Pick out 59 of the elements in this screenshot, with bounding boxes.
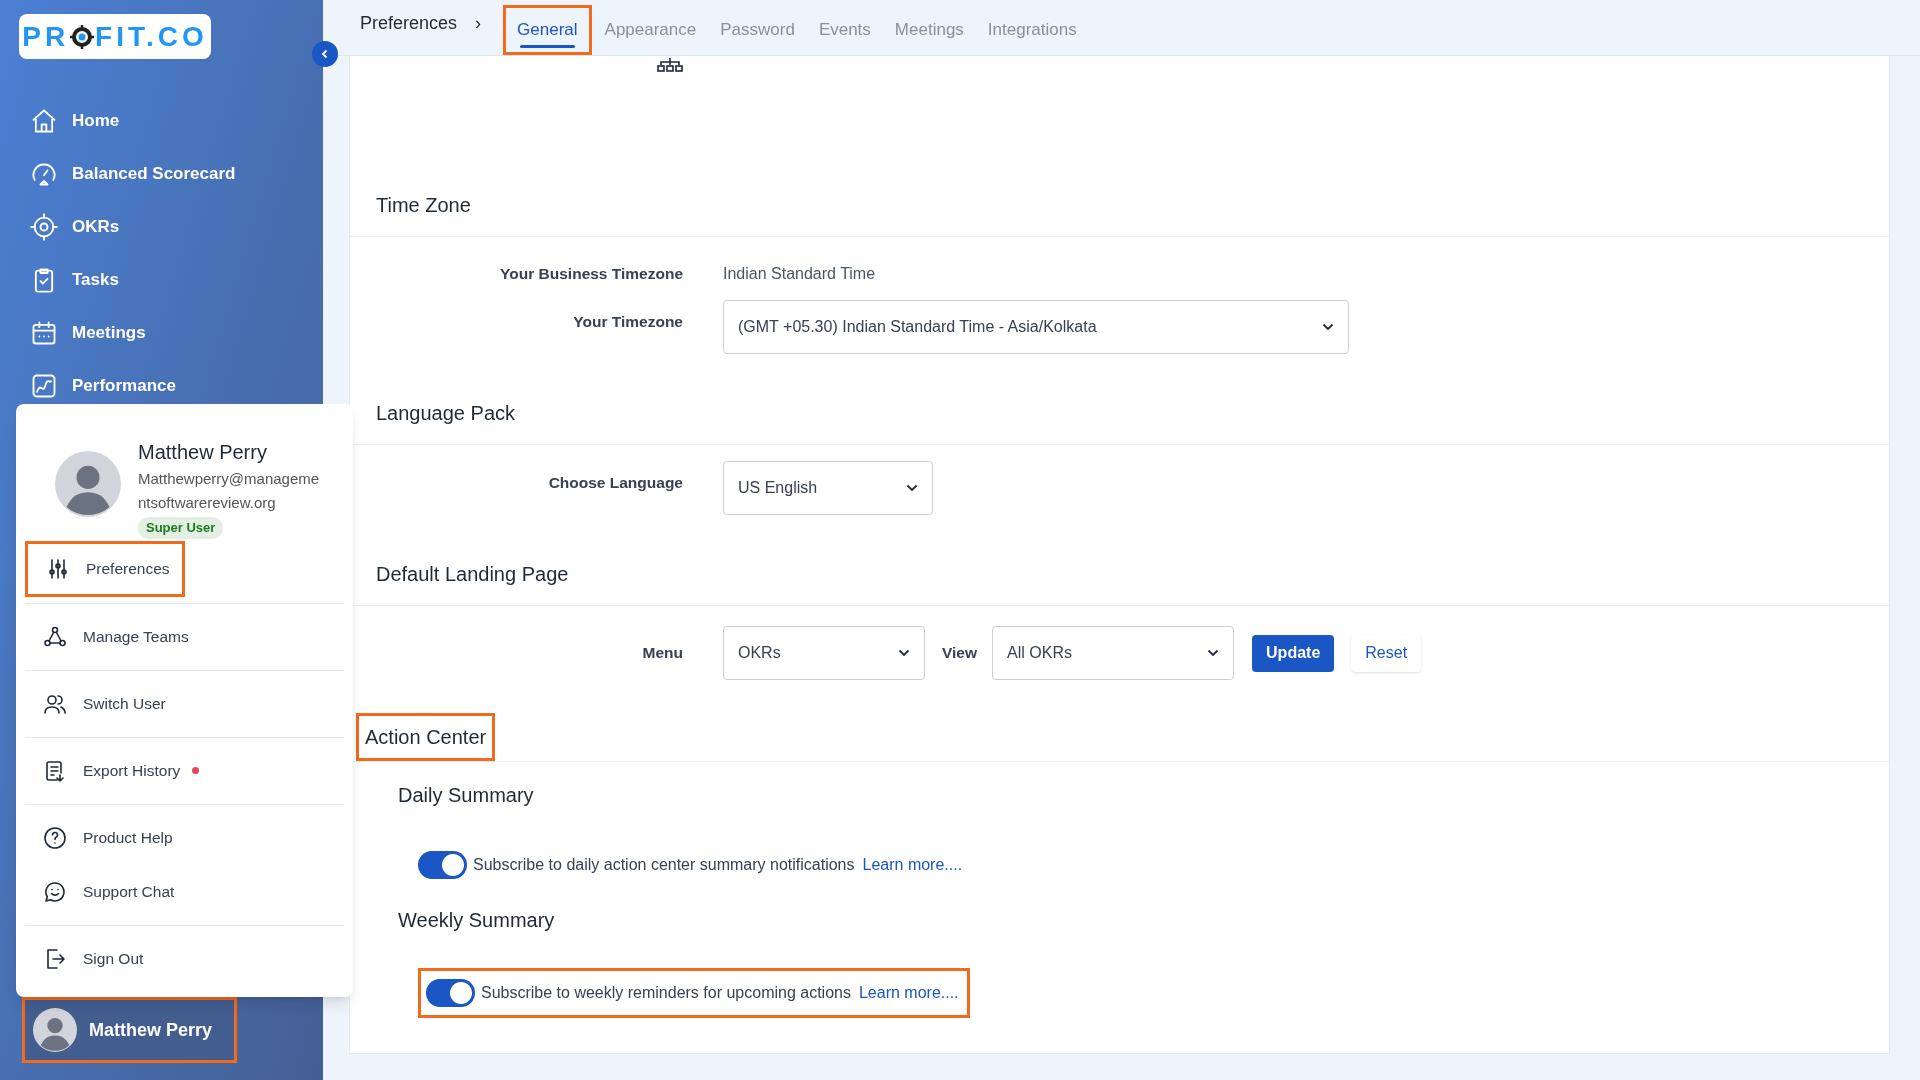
sliders-icon bbox=[46, 556, 70, 581]
learn-more-link[interactable]: Learn more.... bbox=[858, 981, 959, 1005]
nav-item[interactable]: Tasks bbox=[30, 253, 236, 306]
field-label: Your Timezone bbox=[572, 312, 683, 332]
timezone-value: Indian Standard Time bbox=[723, 264, 876, 284]
toggle-switch[interactable] bbox=[418, 851, 467, 879]
hierarchy-icon bbox=[657, 57, 683, 73]
toggle-label: Subscribe to weekly reminders for upcoming actions bbox=[481, 983, 851, 1003]
nav-item[interactable]: OKRs bbox=[30, 200, 236, 253]
nav-item[interactable]: Meetings bbox=[30, 306, 236, 359]
dropdown[interactable]: US English bbox=[723, 461, 933, 515]
collapse-button[interactable] bbox=[312, 41, 338, 67]
breadcrumb-link[interactable]: Preferences bbox=[360, 10, 458, 55]
field-label: Your Business Timezone bbox=[499, 264, 683, 285]
nav-item[interactable]: Balanced Scorecard bbox=[30, 147, 236, 200]
section-title: Language Pack bbox=[375, 401, 516, 426]
menu-item[interactable]: Sign Out bbox=[25, 931, 344, 986]
subsection-title: Weekly Summary bbox=[398, 908, 556, 933]
user-name: Matthew Perry bbox=[138, 440, 268, 465]
chevron-down-icon bbox=[1322, 323, 1334, 331]
section-title: Time Zone bbox=[375, 193, 472, 218]
menu-item[interactable]: Manage Teams bbox=[25, 609, 344, 664]
subsection-title: Daily Summary bbox=[398, 783, 535, 808]
user-email: Matthewperry@manageme ntsoftwarereview.org bbox=[138, 469, 320, 513]
dropdown[interactable]: (GMT +05.30) Indian Standard Time - Asia/Kolkata bbox=[723, 300, 1349, 354]
document-icon bbox=[43, 758, 67, 783]
chevron-down-icon bbox=[906, 484, 918, 492]
nav-item[interactable]: Performance bbox=[30, 359, 236, 412]
learn-more-link[interactable]: Learn more.... bbox=[862, 853, 963, 877]
menu-item[interactable]: Support Chat bbox=[25, 864, 344, 919]
toggle-switch[interactable] bbox=[426, 979, 475, 1007]
nav-item[interactable]: Home bbox=[30, 94, 236, 147]
tab[interactable]: General bbox=[503, 5, 592, 55]
chat-icon bbox=[43, 879, 67, 904]
chevron-down-icon bbox=[898, 649, 910, 657]
chevron-down-icon bbox=[1207, 649, 1220, 657]
menu-item[interactable]: Export History bbox=[25, 743, 344, 798]
user-button[interactable]: Matthew Perry bbox=[22, 997, 237, 1063]
team-icon bbox=[43, 624, 67, 649]
dropdown[interactable]: OKRs bbox=[723, 626, 925, 680]
dropdown[interactable]: All OKRs bbox=[992, 626, 1235, 680]
menu-item[interactable]: Preferences bbox=[25, 540, 185, 597]
section-title: Action Center bbox=[356, 713, 496, 761]
breadcrumb-separator: › bbox=[475, 12, 482, 35]
target-icon bbox=[30, 212, 58, 241]
toggle-label: Subscribe to daily action center summary notifications bbox=[473, 855, 855, 875]
field-label: Menu bbox=[641, 643, 683, 664]
field-label: Choose Language bbox=[547, 473, 683, 493]
help-icon bbox=[43, 825, 67, 850]
role-badge: Super User bbox=[138, 517, 224, 539]
avatar-icon bbox=[33, 1008, 77, 1052]
chevron-left-icon bbox=[320, 49, 330, 59]
section-title: Default Landing Page bbox=[375, 562, 570, 587]
field-label: View bbox=[942, 643, 978, 664]
menu-item[interactable]: Product Help bbox=[25, 810, 344, 865]
update-button[interactable]: Update bbox=[1252, 634, 1335, 672]
reset-button[interactable]: Reset bbox=[1351, 634, 1422, 672]
avatar-icon bbox=[55, 451, 121, 517]
menu-item[interactable]: Switch User bbox=[25, 676, 344, 731]
